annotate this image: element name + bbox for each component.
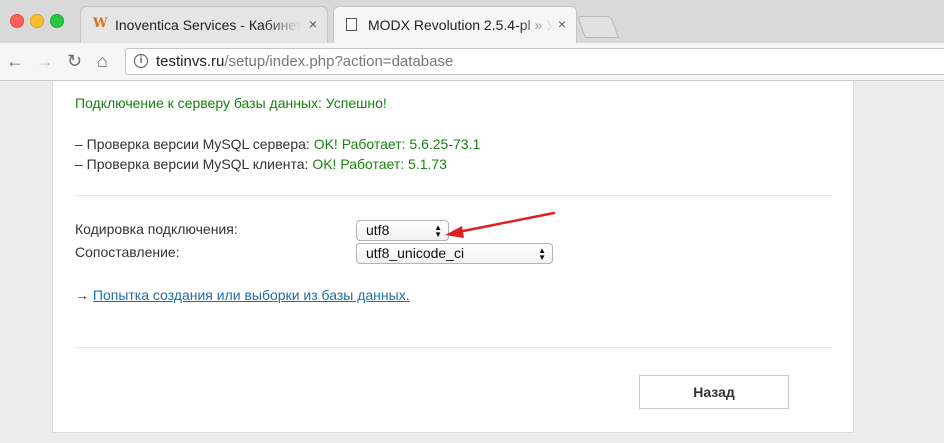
browser-toolbar: ← → ↻ ⌂ i testinvs.ru/setup/index.php?ac… (0, 43, 944, 81)
page-content: Подключение к серверу базы данных: Успеш… (0, 81, 944, 443)
new-tab-button[interactable] (576, 16, 620, 38)
address-bar[interactable]: i testinvs.ru/setup/index.php?action=dat… (125, 48, 944, 75)
annotation-arrow-icon (445, 211, 556, 238)
connection-status: Подключение к серверу базы данных: Успеш… (75, 95, 387, 111)
url-path: /setup/index.php?action=database (224, 53, 454, 70)
divider (75, 195, 832, 196)
arrow-right-icon: → (75, 287, 89, 303)
back-button[interactable]: Назад (639, 375, 789, 409)
tab-title: Inoventica Services - Кабинет (115, 17, 301, 33)
tab-strip: W Inoventica Services - Кабинет × MODX R… (0, 0, 944, 44)
charset-select[interactable]: utf8 ▲ ▼ (356, 220, 449, 241)
tab-inoventica[interactable]: W Inoventica Services - Кабинет × (80, 6, 328, 43)
tab-title: MODX Revolution 2.5.4-pl » Установка (368, 17, 554, 33)
page-icon (346, 18, 357, 31)
reload-icon[interactable]: ↻ (67, 51, 82, 71)
info-icon[interactable]: i (134, 54, 148, 68)
close-tab-icon[interactable]: × (558, 16, 566, 33)
check-result: OK! Работает: 5.1.73 (312, 156, 447, 172)
charset-value: utf8 (366, 222, 390, 238)
select-arrows-icon: ▲ ▼ (538, 246, 546, 262)
check-label: – Проверка версии MySQL клиента: (75, 156, 313, 172)
w-favicon-icon: W (93, 16, 108, 31)
collation-select[interactable]: utf8_unicode_ci ▲ ▼ (356, 243, 553, 264)
zoom-window-button[interactable] (50, 14, 64, 28)
divider (75, 347, 832, 348)
home-icon[interactable]: ⌂ (97, 51, 108, 71)
tab-modx[interactable]: MODX Revolution 2.5.4-pl » Установка × (333, 6, 577, 44)
collation-label: Сопоставление: (75, 244, 180, 260)
back-arrow-icon[interactable]: ← (6, 51, 24, 71)
check-label: – Проверка версии MySQL сервера: (75, 136, 314, 152)
url-text: testinvs.ru/setup/index.php?action=datab… (156, 53, 453, 70)
forward-arrow-icon[interactable]: → (36, 51, 54, 71)
client-version-check: – Проверка версии MySQL клиента: OK! Раб… (75, 156, 447, 173)
server-version-check: – Проверка версии MySQL сервера: OK! Раб… (75, 136, 480, 153)
install-panel: Подключение к серверу базы данных: Успеш… (52, 81, 854, 433)
check-result: OK! Работает: 5.6.25-73.1 (313, 136, 481, 152)
url-host: testinvs.ru (156, 53, 225, 70)
database-action-row: → Попытка создания или выборки из базы д… (75, 287, 410, 304)
close-tab-icon[interactable]: × (309, 16, 317, 33)
collation-value: utf8_unicode_ci (366, 245, 465, 261)
minimize-window-button[interactable] (30, 14, 44, 28)
create-database-link[interactable]: Попытка создания или выборки из базы дан… (93, 287, 410, 303)
close-window-button[interactable] (10, 14, 24, 28)
charset-label: Кодировка подключения: (75, 221, 238, 237)
